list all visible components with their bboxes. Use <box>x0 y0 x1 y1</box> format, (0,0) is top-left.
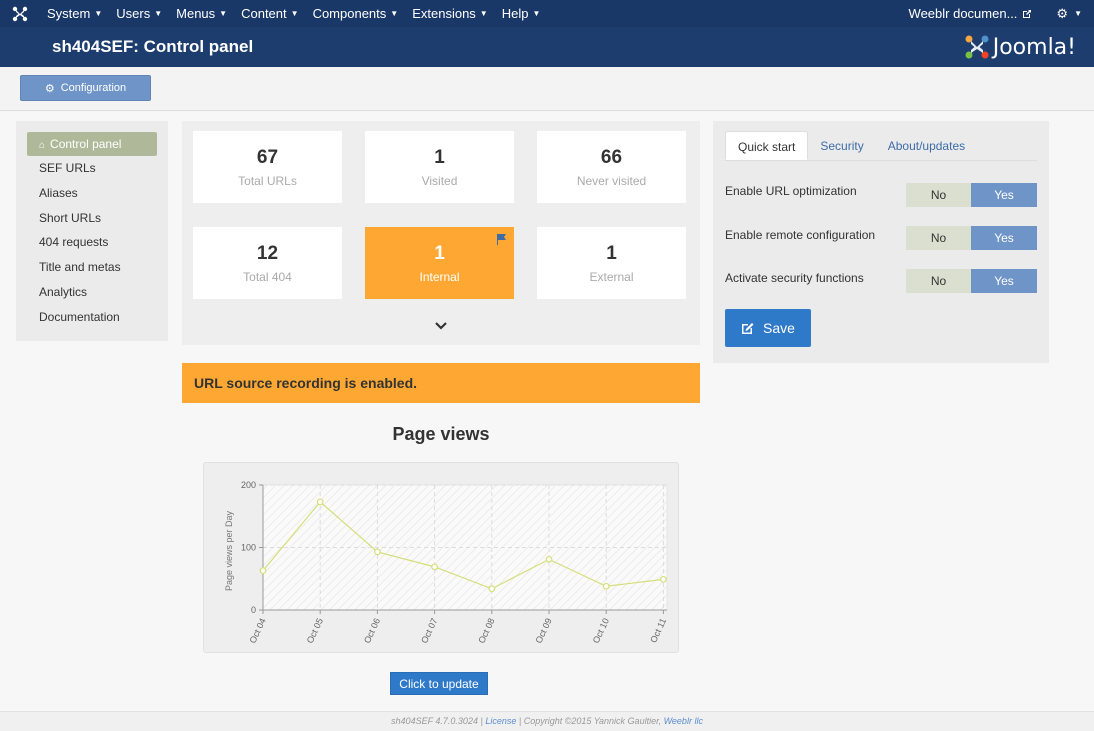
site-link[interactable]: Weeblr documen... <box>909 6 1051 21</box>
data-point <box>602 582 610 590</box>
x-tick-label: Oct 04 <box>248 617 268 645</box>
toggle-yes-button[interactable]: Yes <box>971 226 1037 250</box>
page-header: sh404SEF: Control panel Joomla! <box>0 27 1094 67</box>
sidebar-item-control-panel[interactable]: ⌂ Control panel <box>27 132 157 156</box>
click-to-update-button[interactable]: Click to update <box>390 672 488 695</box>
toggle-no-button[interactable]: No <box>906 226 971 250</box>
chart-title: Page views <box>392 424 490 444</box>
quick-start-panel: Quick start Security About/updates Enabl… <box>713 121 1049 363</box>
x-tick-label: Oct 11 <box>648 617 668 645</box>
data-point <box>259 567 267 575</box>
joomla-logo-icon[interactable] <box>0 0 40 27</box>
toggle-no-button[interactable]: No <box>906 183 971 207</box>
toggle-yes-button[interactable]: Yes <box>971 183 1037 207</box>
menu-users[interactable]: Users ▼ <box>109 0 169 27</box>
stat-never-visited[interactable]: 66 Never visited <box>537 131 686 203</box>
stat-internal[interactable]: 1 Internal <box>365 227 514 299</box>
joomla-brand: Joomla! <box>964 34 1076 60</box>
menu-content[interactable]: Content ▼ <box>234 0 305 27</box>
recording-alert: URL source recording is enabled. <box>182 363 700 403</box>
home-icon: ⌂ <box>39 140 46 151</box>
sidebar-item-404-requests[interactable]: 404 requests <box>27 230 157 255</box>
gear-icon: ⚙ <box>44 82 55 95</box>
toggle-yes-button[interactable]: Yes <box>971 269 1037 293</box>
x-tick-label: Oct 09 <box>534 617 554 645</box>
edit-icon <box>742 323 754 334</box>
setting-label-remote-configuration: Enable remote configuration <box>725 228 876 242</box>
panel-tabs: Quick start Security About/updates <box>725 131 1037 161</box>
stat-total-404[interactable]: 12 Total 404 <box>193 227 342 299</box>
stat-total-urls[interactable]: 67 Total URLs <box>193 131 342 203</box>
joomla-logo-icon <box>965 35 989 59</box>
caret-down-icon: ▼ <box>94 9 103 18</box>
caret-down-icon: ▼ <box>290 9 299 18</box>
sidebar-item-short-urls[interactable]: Short URLs <box>27 206 157 231</box>
tab-security[interactable]: Security <box>808 131 875 160</box>
caret-down-icon: ▼ <box>479 9 488 18</box>
sidebar-item-sef-urls[interactable]: SEF URLs <box>27 156 157 181</box>
flag-icon <box>497 234 506 245</box>
caret-down-icon: ▼ <box>532 9 541 18</box>
caret-down-icon: ▼ <box>1074 9 1082 18</box>
data-point <box>545 555 553 563</box>
caret-down-icon: ▼ <box>154 9 163 18</box>
toolbar: ⚙ Configuration <box>0 67 1094 111</box>
y-tick-label: 100 <box>241 543 256 553</box>
data-point <box>316 498 324 506</box>
menu-system[interactable]: System ▼ <box>40 0 109 27</box>
x-tick-label: Oct 06 <box>362 617 382 645</box>
chart-ylabel: Page views per Day <box>224 510 234 591</box>
top-nav: System ▼ Users ▼ Menus ▼ Content ▼ Component… <box>0 0 1094 27</box>
menu-components[interactable]: Components ▼ <box>306 0 406 27</box>
data-point <box>488 585 496 593</box>
external-link-icon <box>1023 9 1032 18</box>
menu-menus[interactable]: Menus ▼ <box>169 0 234 27</box>
company-link[interactable]: Weeblr llc <box>664 716 703 726</box>
save-button[interactable]: Save <box>725 309 811 347</box>
page-title: sh404SEF: Control panel <box>52 37 254 56</box>
caret-down-icon: ▼ <box>390 9 399 18</box>
data-point <box>660 575 667 583</box>
toggle-remote-configuration: No Yes <box>906 226 1037 250</box>
sidebar-item-aliases[interactable]: Aliases <box>27 181 157 206</box>
sidebar: ⌂ Control panel SEF URLs Aliases Short UR… <box>16 121 168 341</box>
toggle-no-button[interactable]: No <box>906 269 971 293</box>
sidebar-item-title-metas[interactable]: Title and metas <box>27 255 157 280</box>
toggle-url-optimization: No Yes <box>906 183 1037 207</box>
y-tick-label: 0 <box>251 605 256 615</box>
license-link[interactable]: License <box>485 716 516 726</box>
footer: sh404SEF 4.7.0.3024 | License | Copyrigh… <box>0 711 1094 731</box>
chart-svg: 0 100 200 Oct 04 Oct 05 Oct 06 Oct 07 Oct 08 Oct… <box>224 480 668 645</box>
x-tick-label: Oct 07 <box>419 617 439 645</box>
stat-visited[interactable]: 1 Visited <box>365 131 514 203</box>
x-tick-label: Oct 10 <box>591 617 611 645</box>
user-settings-menu[interactable]: ⚙ ▼ <box>1050 6 1094 22</box>
x-tick-label: Oct 08 <box>476 617 496 645</box>
topnav-right: Weeblr documen... ⚙ ▼ <box>909 6 1094 22</box>
sidebar-item-analytics[interactable]: Analytics <box>27 280 157 305</box>
toggle-security-functions: No Yes <box>906 269 1037 293</box>
stat-external[interactable]: 1 External <box>537 227 686 299</box>
tab-about-updates[interactable]: About/updates <box>876 131 977 160</box>
tab-quick-start[interactable]: Quick start <box>725 131 809 160</box>
menu-extensions[interactable]: Extensions ▼ <box>405 0 495 27</box>
sidebar-item-documentation[interactable]: Documentation <box>27 305 157 330</box>
data-point <box>431 563 439 571</box>
data-point <box>373 548 381 556</box>
menu-help[interactable]: Help ▼ <box>495 0 548 27</box>
x-tick-label: Oct 05 <box>305 617 325 645</box>
configuration-button[interactable]: ⚙ Configuration <box>20 75 151 101</box>
chevron-down-icon[interactable] <box>435 321 447 331</box>
y-tick-label: 200 <box>241 480 256 490</box>
gear-icon: ⚙ <box>1056 5 1069 21</box>
caret-down-icon: ▼ <box>219 9 228 18</box>
setting-label-security-functions: Activate security functions <box>725 271 864 285</box>
setting-label-url-optimization: Enable URL optimization <box>725 184 857 198</box>
stats-panel: 67 Total URLs 1 Visited 66 Never visited… <box>182 121 700 345</box>
page-views-chart: 0 100 200 Oct 04 Oct 05 Oct 06 Oct 07 Oct 08 Oct… <box>203 462 679 653</box>
